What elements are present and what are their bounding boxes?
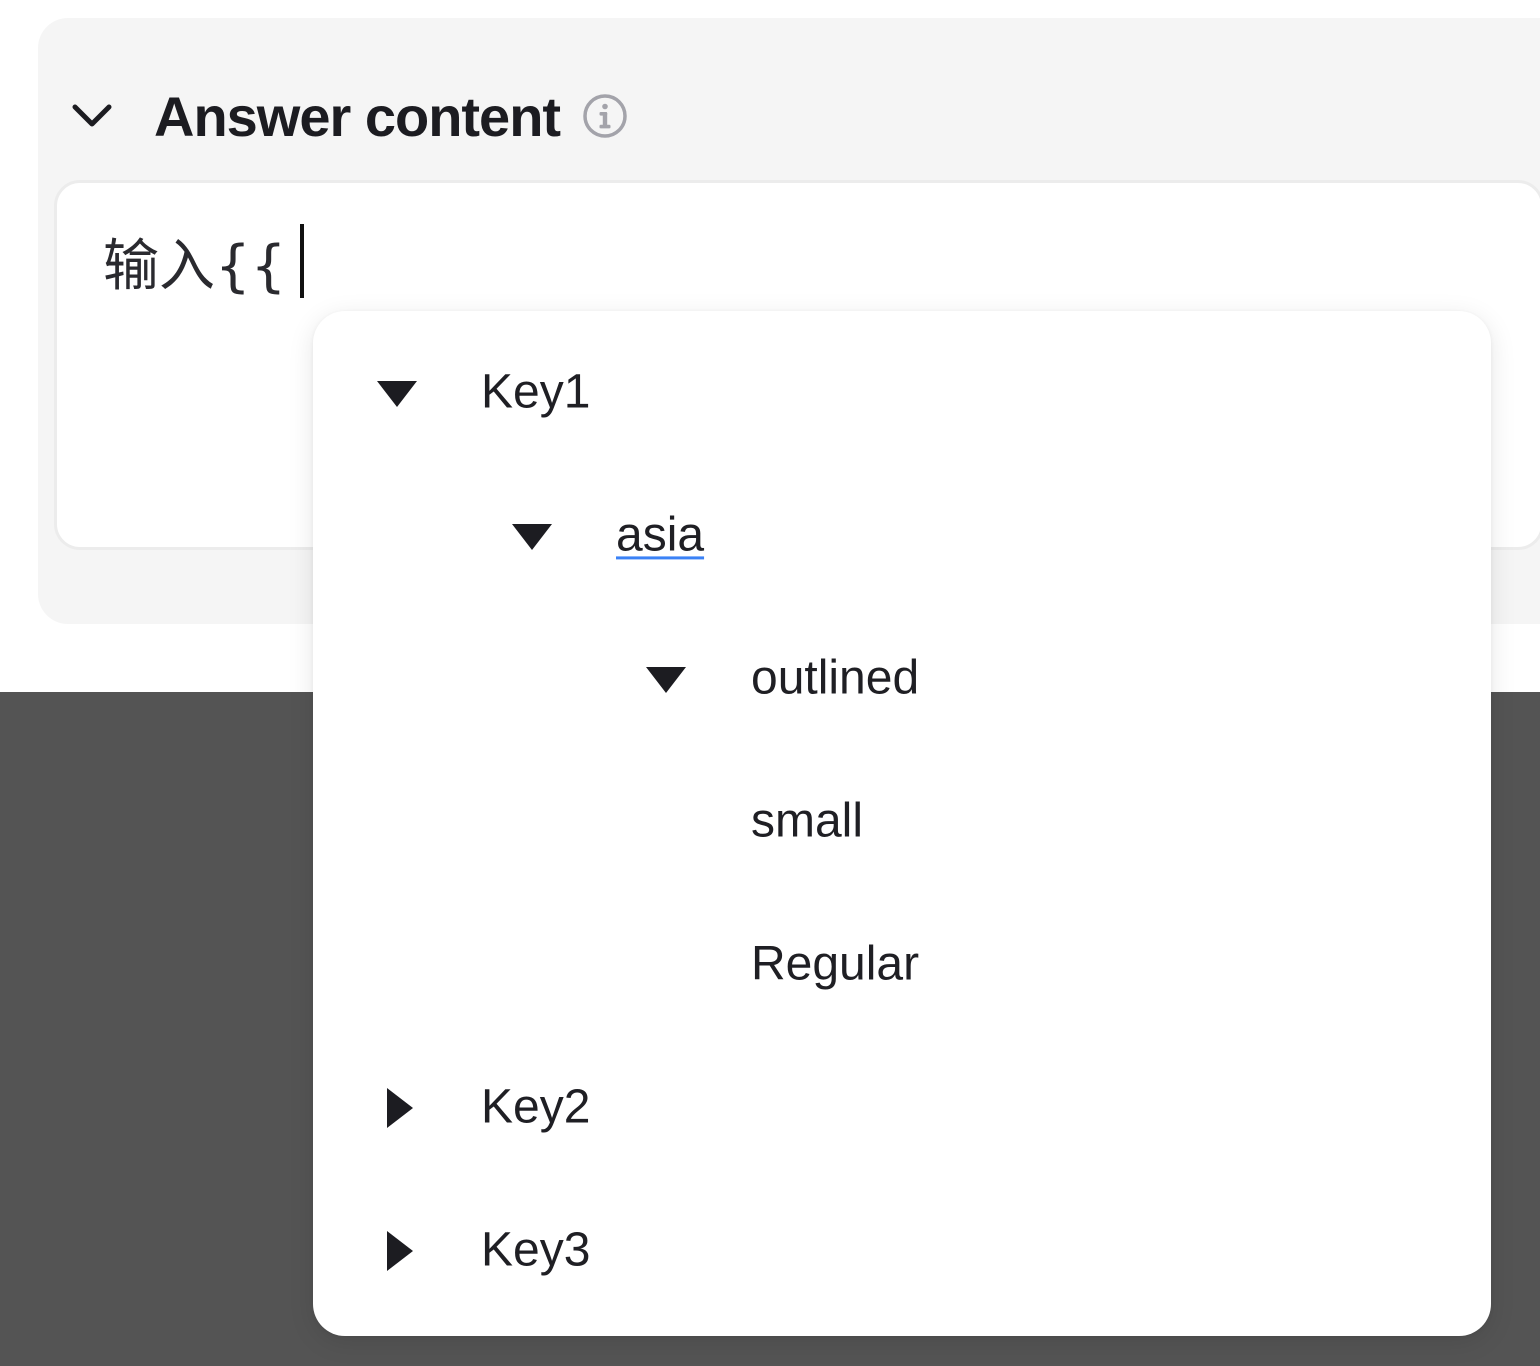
tree-item-outlined[interactable]: outlined — [313, 607, 1491, 750]
tree-item-small[interactable]: small — [313, 750, 1491, 893]
tree-item-regular[interactable]: Regular — [313, 893, 1491, 1036]
tree-item-asia[interactable]: asia — [313, 464, 1491, 607]
caret-down-icon[interactable] — [644, 657, 688, 701]
tree-item-label: Regular — [751, 936, 920, 990]
tree-item-label: Key1 — [481, 364, 591, 418]
editor-text-line[interactable]: 输入{{ — [103, 224, 305, 299]
tree-item-label: Key2 — [481, 1079, 591, 1133]
section-title: Answer content — [154, 84, 561, 148]
editor-value: 输入{{ — [103, 233, 287, 299]
tree-item-key2[interactable]: Key2 — [313, 1036, 1491, 1179]
chevron-down-icon[interactable] — [68, 92, 116, 140]
caret-right-icon[interactable] — [375, 1229, 419, 1273]
section-header: Answer content — [68, 58, 630, 174]
info-icon[interactable] — [580, 91, 630, 141]
variable-tree-dropdown: Key1 asia outlined small Regular Key2 Ke… — [313, 311, 1491, 1336]
tree-item-label: asia — [616, 507, 705, 561]
tree-item-label: outlined — [751, 650, 920, 704]
caret-right-icon[interactable] — [375, 1086, 419, 1130]
caret-down-icon[interactable] — [510, 514, 554, 558]
tree-item-label: small — [751, 793, 864, 847]
tree-item-key3[interactable]: Key3 — [313, 1179, 1491, 1322]
text-caret — [300, 224, 305, 298]
caret-down-icon[interactable] — [375, 371, 419, 415]
tree-item-label: Key3 — [481, 1222, 591, 1276]
tree-item-key1[interactable]: Key1 — [313, 321, 1491, 464]
